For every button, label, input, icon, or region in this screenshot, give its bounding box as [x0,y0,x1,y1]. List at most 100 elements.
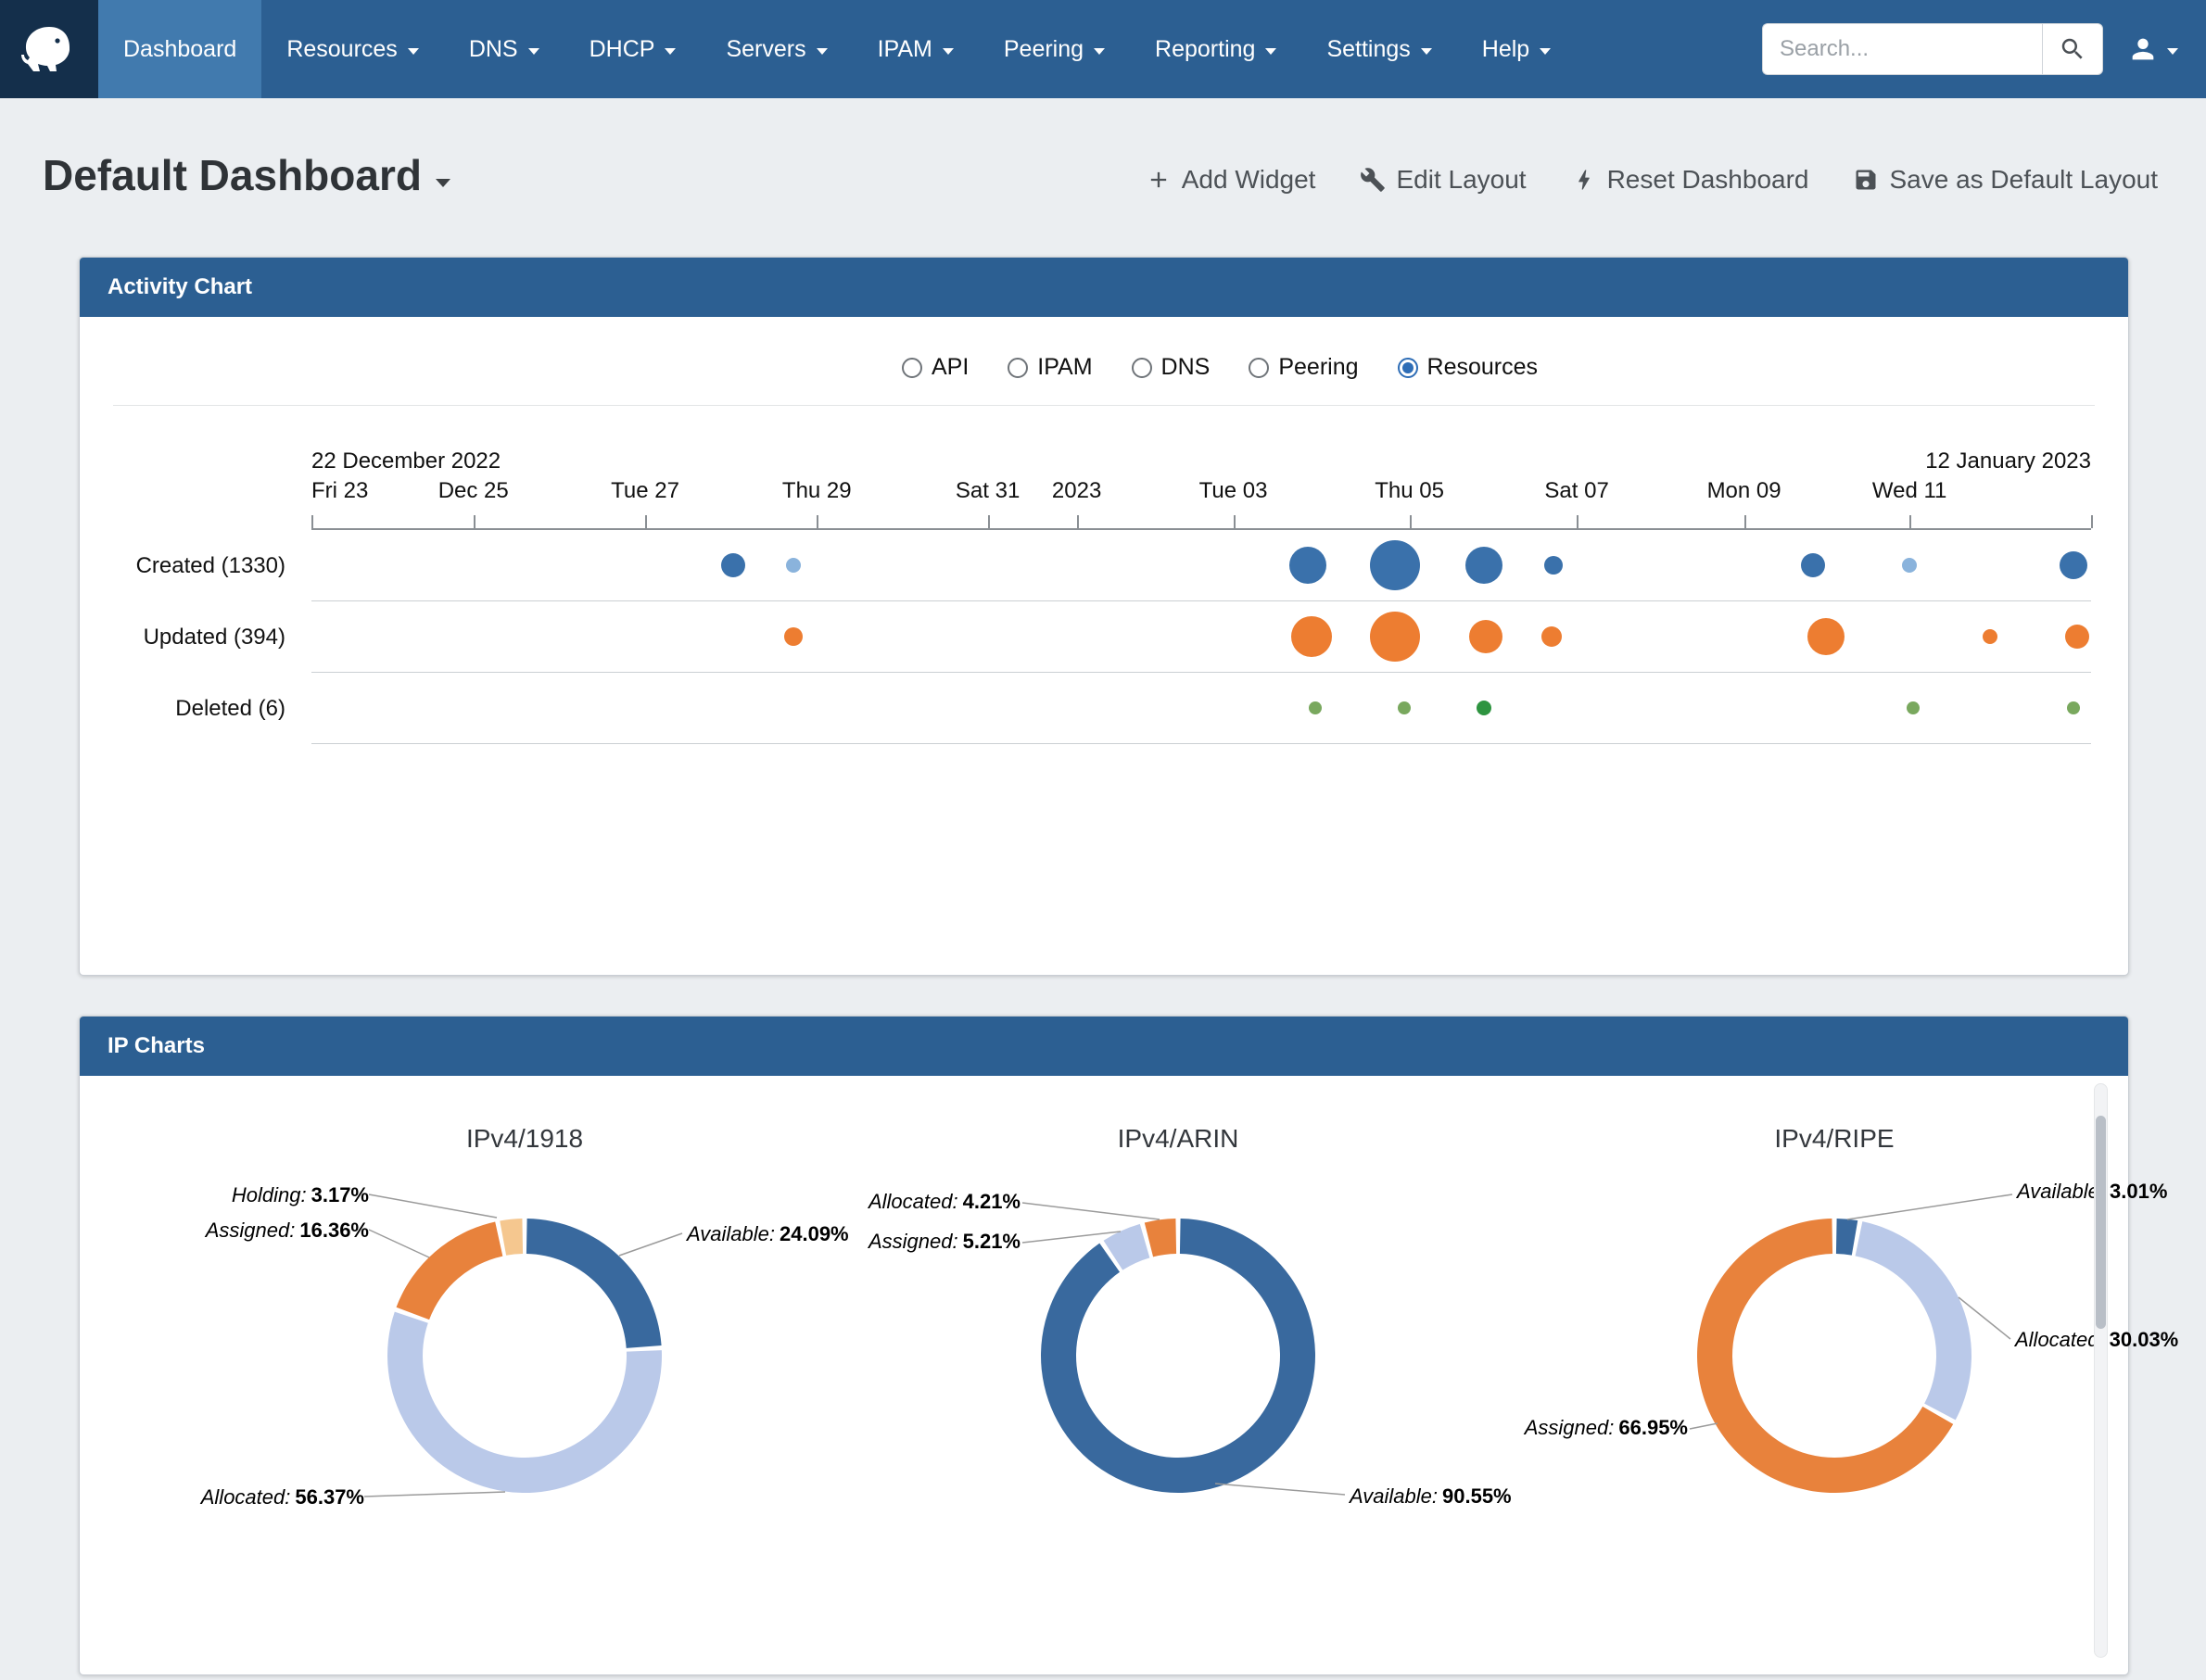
activity-bubble[interactable] [721,553,745,577]
donut-slice-assigned[interactable] [397,1221,503,1320]
activity-bubble[interactable] [1544,556,1563,575]
nav-item-ipam[interactable]: IPAM [853,0,979,98]
activity-bubble[interactable] [1289,547,1326,584]
reset-dashboard-button[interactable]: Reset Dashboard [1571,165,1809,195]
chevron-down-icon [1540,48,1551,55]
nav-item-resources[interactable]: Resources [261,0,444,98]
tick-label: Thu 29 [782,478,852,504]
nav-item-settings[interactable]: Settings [1301,0,1456,98]
filter-label: DNS [1161,354,1211,381]
leader-line [1690,1423,1718,1429]
donut-slice-allocated[interactable] [1856,1221,1971,1420]
tick-label: 2023 [1052,478,1101,504]
activity-bubble[interactable] [1902,558,1917,573]
widget-title: IP Charts [108,1033,205,1059]
widget-header[interactable]: Activity Chart [80,258,2128,317]
user-menu[interactable] [2127,33,2178,65]
leader-line [364,1492,505,1497]
bubble-track-created [311,530,2091,601]
activity-bubble[interactable] [2067,701,2080,714]
nav-label: Servers [726,36,805,63]
activity-bubble[interactable] [784,627,803,646]
filter-radio-ipam[interactable]: IPAM [1008,354,1092,381]
timeline-date-range: 22 December 2022 12 January 2023 [311,443,2091,476]
donut-slice-holding[interactable] [500,1219,523,1256]
activity-bubble[interactable] [1907,701,1920,714]
widget-title: Activity Chart [108,274,252,300]
ip-chart-ripe: IPv4/RIPE Available:3.01% Allocated:30.0… [1510,1124,2159,1680]
nav-item-reporting[interactable]: Reporting [1130,0,1301,98]
filter-radio-dns[interactable]: DNS [1132,354,1211,381]
chevron-down-icon [1094,48,1105,55]
activity-bubble[interactable] [1291,616,1332,657]
filter-label: IPAM [1037,354,1092,381]
action-label: Edit Layout [1396,165,1526,195]
leader-line [369,1194,497,1218]
search-button[interactable] [2042,23,2103,75]
slice-label-assigned: Assigned:5.21% [854,1230,1021,1254]
activity-bubble[interactable] [2060,551,2087,579]
activity-bubble[interactable] [1370,540,1420,590]
activity-bubble[interactable] [786,558,801,573]
chevron-down-icon [1421,48,1432,55]
activity-bubble[interactable] [1983,629,1997,644]
nav-item-dashboard[interactable]: Dashboard [98,0,261,98]
bolt-icon [1571,167,1597,193]
leader-line [1215,1484,1345,1495]
search-input[interactable] [1762,23,2042,75]
filter-radio-peering[interactable]: Peering [1249,354,1358,381]
leader-line [1022,1203,1160,1219]
donut-slice-allocated[interactable] [387,1312,662,1493]
activity-bubble[interactable] [1807,618,1845,655]
activity-bubble[interactable] [1465,547,1502,584]
nav-item-peering[interactable]: Peering [979,0,1130,98]
donut-slice-available[interactable] [1836,1219,1857,1256]
action-label: Save as Default Layout [1889,165,2158,195]
activity-bubble[interactable] [1469,620,1502,653]
slice-label-assigned: Assigned:66.95% [1510,1416,1688,1440]
chevron-down-icon [2167,48,2178,55]
scrollbar-thumb[interactable] [2096,1116,2106,1329]
widget-scrollbar[interactable] [2094,1083,2108,1658]
radio-icon [1398,358,1418,378]
activity-bubble[interactable] [1309,701,1322,714]
search-group [1762,23,2103,75]
activity-bubble[interactable] [1398,701,1411,714]
tick-mark [1909,515,1911,528]
widget-header[interactable]: IP Charts [80,1017,2128,1076]
donut-slice-available[interactable] [526,1219,662,1348]
nav-item-dns[interactable]: DNS [444,0,564,98]
save-default-layout-button[interactable]: Save as Default Layout [1853,165,2158,195]
tick-mark [817,515,818,528]
filter-radio-resources[interactable]: Resources [1398,354,1539,381]
row-label-created: Created (1330) [80,530,311,601]
donut-slice-allocated[interactable] [1145,1219,1176,1257]
edit-layout-button[interactable]: Edit Layout [1360,165,1526,195]
activity-bubble[interactable] [1370,612,1420,662]
filter-radio-api[interactable]: API [902,354,969,381]
activity-bubble[interactable] [1801,553,1825,577]
activity-bubble[interactable] [1477,701,1491,715]
app-logo[interactable] [0,0,98,98]
timeline-row-created: Created (1330) [80,530,2128,601]
nav-item-servers[interactable]: Servers [701,0,852,98]
page-title[interactable]: Default Dashboard [43,150,450,200]
timeline-axis [311,508,2091,530]
filter-label: Peering [1278,354,1358,381]
tick-mark [1077,515,1079,528]
chevron-down-icon [665,48,676,55]
nav-item-dhcp[interactable]: DHCP [564,0,702,98]
filter-label: Resources [1427,354,1539,381]
activity-bubble[interactable] [1541,626,1562,647]
tick-mark [1410,515,1412,528]
activity-bubble[interactable] [2065,625,2089,649]
tick-label: Dec 25 [438,478,509,504]
donut-slice-available[interactable] [1041,1219,1315,1493]
nav-item-help[interactable]: Help [1457,0,1576,98]
leader-line [1847,1194,2012,1219]
radio-icon [1008,358,1028,378]
tick-label: Sat 31 [956,478,1020,504]
add-widget-button[interactable]: Add Widget [1146,165,1316,195]
nav-label: Peering [1004,36,1084,63]
nav-label: Dashboard [123,36,236,63]
